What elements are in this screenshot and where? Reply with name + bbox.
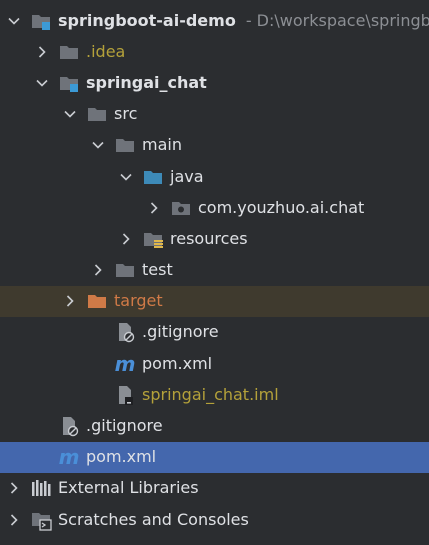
maven-icon: m <box>114 351 136 376</box>
test-label: test <box>142 260 173 280</box>
maven-icon: m <box>58 445 80 470</box>
target-label: target <box>114 291 163 311</box>
tree-row-idea[interactable]: .idea <box>0 36 429 67</box>
chevron-down-icon[interactable] <box>4 11 24 31</box>
project-root-path: - D:\workspace\springboot-ai-demo <box>245 10 429 30</box>
libraries-icon <box>30 477 52 499</box>
source-folder-icon <box>142 166 164 188</box>
package-icon <box>170 197 192 219</box>
java-label: java <box>170 166 204 186</box>
external-libraries-label: External Libraries <box>58 478 199 498</box>
tree-row-project-root[interactable]: springboot-ai-demo - D:\workspace\spring… <box>0 5 429 36</box>
tree-row-scratches[interactable]: Scratches and Consoles <box>0 504 429 535</box>
src-label: src <box>114 104 138 124</box>
tree-row-resources[interactable]: resources <box>0 223 429 254</box>
chevron-right-icon[interactable] <box>88 260 108 280</box>
chevron-down-icon[interactable] <box>88 135 108 155</box>
scratches-icon <box>30 509 52 531</box>
tree-row-external-libraries[interactable]: External Libraries <box>0 473 429 504</box>
resources-folder-icon <box>142 228 164 250</box>
tree-row-package[interactable]: com.youzhuo.ai.chat <box>0 192 429 223</box>
chevron-down-icon[interactable] <box>60 104 80 124</box>
module-label: springai_chat <box>86 72 207 92</box>
tree-row-test[interactable]: test <box>0 255 429 286</box>
package-label: com.youzhuo.ai.chat <box>198 197 365 217</box>
tree-row-module-gitignore[interactable]: .gitignore <box>0 317 429 348</box>
tree-row-java[interactable]: java <box>0 161 429 192</box>
folder-icon <box>114 134 136 156</box>
main-label: main <box>142 135 182 155</box>
chevron-down-icon[interactable] <box>116 167 136 187</box>
tree-row-root-pom[interactable]: m pom.xml <box>0 441 429 473</box>
root-gitignore-label: .gitignore <box>86 416 163 436</box>
module-iml-label: springai_chat.iml <box>142 384 279 404</box>
chevron-right-icon[interactable] <box>60 291 80 311</box>
project-root-label: springboot-ai-demo <box>58 10 236 30</box>
tree-row-target[interactable]: target <box>0 285 429 317</box>
folder-icon <box>114 259 136 281</box>
tree-row-module-iml[interactable]: springai_chat.iml <box>0 379 429 410</box>
module-gitignore-label: .gitignore <box>142 322 219 342</box>
chevron-right-icon[interactable] <box>4 478 24 498</box>
scratches-label: Scratches and Consoles <box>58 509 249 529</box>
ignore-file-icon <box>114 321 136 343</box>
resources-label: resources <box>170 228 248 248</box>
module-folder-icon <box>58 72 80 94</box>
excluded-folder-icon <box>86 290 108 312</box>
chevron-right-icon[interactable] <box>116 229 136 249</box>
module-pom-label: pom.xml <box>142 353 213 373</box>
ignore-file-icon <box>58 415 80 437</box>
chevron-right-icon[interactable] <box>144 198 164 218</box>
chevron-down-icon[interactable] <box>32 73 52 93</box>
iml-file-icon <box>114 384 136 406</box>
root-pom-label: pom.xml <box>86 447 157 467</box>
tree-row-root-gitignore[interactable]: .gitignore <box>0 410 429 441</box>
chevron-right-icon[interactable] <box>4 510 24 530</box>
module-folder-icon <box>30 10 52 32</box>
tree-row-module-pom[interactable]: m pom.xml <box>0 348 429 379</box>
tree-row-src[interactable]: src <box>0 99 429 130</box>
project-tree: springboot-ai-demo - D:\workspace\spring… <box>0 0 429 545</box>
idea-label: .idea <box>86 41 126 61</box>
folder-icon <box>86 103 108 125</box>
chevron-right-icon[interactable] <box>32 42 52 62</box>
tree-row-main[interactable]: main <box>0 130 429 161</box>
folder-icon <box>58 41 80 63</box>
tree-row-module[interactable]: springai_chat <box>0 67 429 98</box>
